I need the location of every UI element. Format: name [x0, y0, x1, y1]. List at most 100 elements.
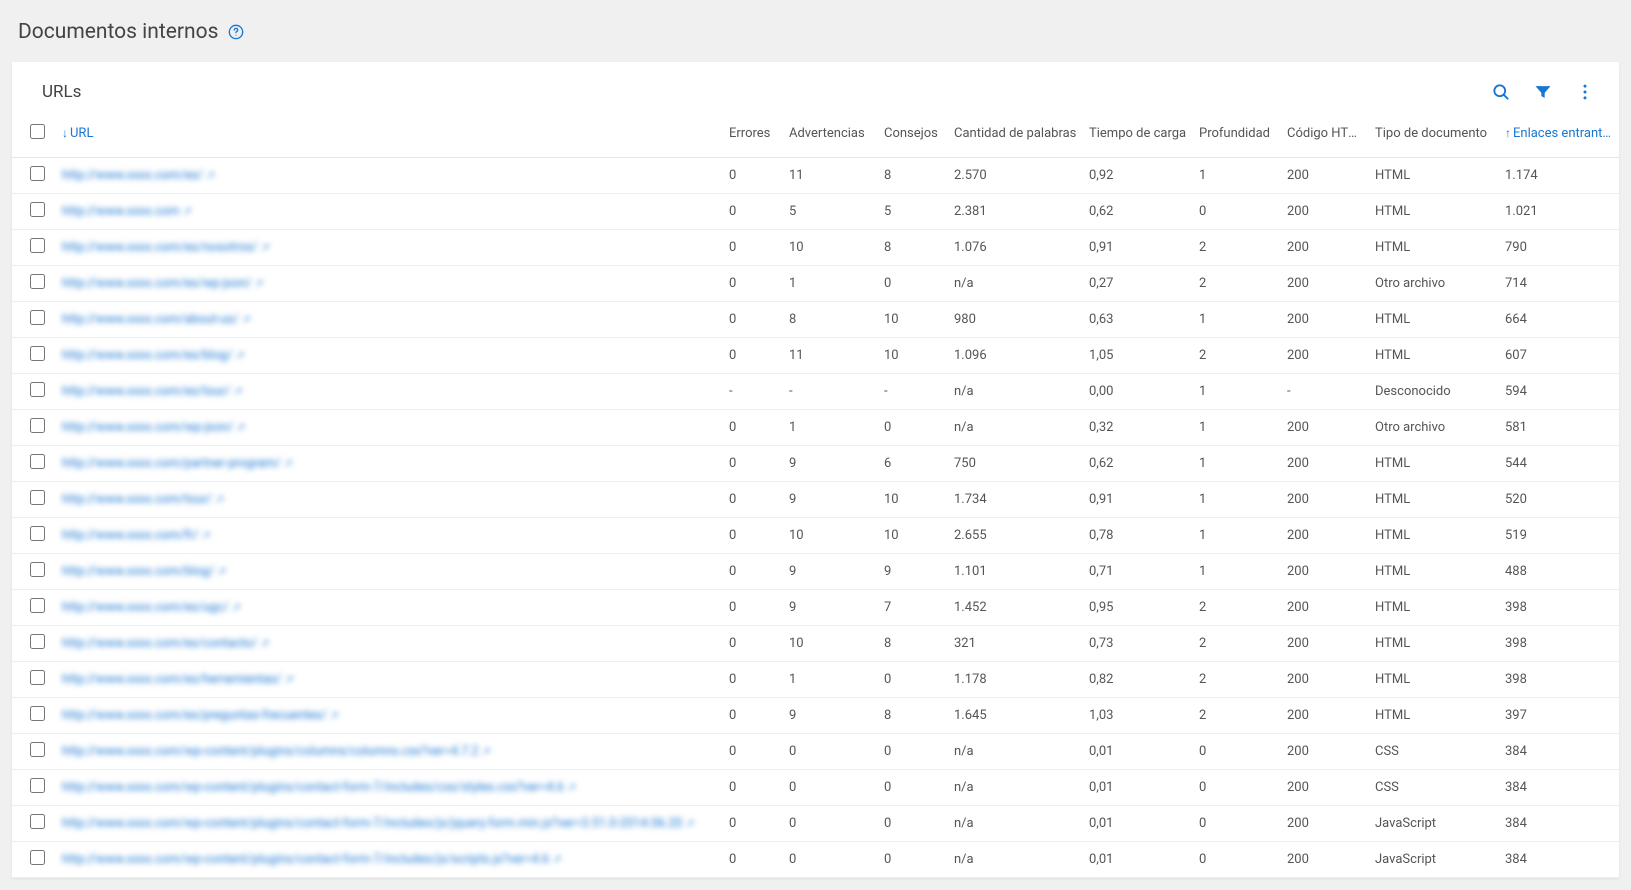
table-row: http://www.xxxx.com↗0552.3810,620200HTML… — [12, 194, 1619, 230]
column-header-doctype[interactable]: Tipo de documento — [1369, 110, 1499, 158]
column-header-url[interactable]: ↓URL — [58, 110, 723, 158]
column-header-httpcode[interactable]: Código HTTP — [1281, 110, 1369, 158]
cell-doctype: CSS — [1369, 770, 1499, 806]
column-header-inlinks[interactable]: ↑Enlaces entrantes — [1499, 110, 1619, 158]
cell-words: 750 — [948, 446, 1083, 482]
column-header-words[interactable]: Cantidad de palabras — [948, 110, 1083, 158]
url-link[interactable]: http://www.xxxx.com/tour/ — [62, 492, 212, 507]
cell-errors: 0 — [723, 806, 783, 842]
row-checkbox[interactable] — [30, 562, 45, 577]
external-link-icon[interactable]: ↗ — [215, 493, 224, 506]
table-row: http://www.xxxx.com/tour/↗09101.7340,911… — [12, 482, 1619, 518]
external-link-icon[interactable]: ↗ — [330, 709, 339, 722]
row-checkbox[interactable] — [30, 814, 45, 829]
cell-advice: 10 — [878, 338, 948, 374]
row-checkbox[interactable] — [30, 382, 45, 397]
url-link[interactable]: http://www.xxxx.com/es/ — [62, 168, 203, 183]
url-link[interactable]: http://www.xxxx.com/about-us/ — [62, 312, 239, 327]
url-link[interactable]: http://www.xxxx.com — [62, 204, 180, 219]
row-checkbox[interactable] — [30, 274, 45, 289]
row-checkbox[interactable] — [30, 166, 45, 181]
external-link-icon[interactable]: ↗ — [254, 277, 263, 290]
external-link-icon[interactable]: ↗ — [201, 529, 210, 542]
row-checkbox[interactable] — [30, 778, 45, 793]
row-checkbox[interactable] — [30, 202, 45, 217]
column-header-warnings[interactable]: Advertencias — [783, 110, 878, 158]
external-link-icon[interactable]: ↗ — [284, 673, 293, 686]
url-link[interactable]: http://www.xxxx.com/wp-content/plugins/c… — [62, 780, 564, 795]
external-link-icon[interactable]: ↗ — [236, 421, 245, 434]
external-link-icon[interactable]: ↗ — [552, 853, 561, 866]
cell-inlinks: 384 — [1499, 842, 1619, 878]
table-row: http://www.xxxx.com/wp-content/plugins/c… — [12, 770, 1619, 806]
row-checkbox[interactable] — [30, 454, 45, 469]
external-link-icon[interactable]: ↗ — [567, 781, 576, 794]
url-link[interactable]: http://www.xxxx.com/es/herramientas/ — [62, 672, 281, 687]
cell-errors: 0 — [723, 482, 783, 518]
row-checkbox[interactable] — [30, 850, 45, 865]
url-link[interactable]: http://www.xxxx.com/es/blog/ — [62, 348, 232, 363]
external-link-icon[interactable]: ↗ — [235, 349, 244, 362]
row-checkbox[interactable] — [30, 490, 45, 505]
cell-advice: 0 — [878, 410, 948, 446]
cell-loadtime: 0,62 — [1083, 194, 1193, 230]
url-link[interactable]: http://www.xxxx.com/fr/ — [62, 528, 198, 543]
external-link-icon[interactable]: ↗ — [242, 313, 251, 326]
row-checkbox[interactable] — [30, 670, 45, 685]
column-header-loadtime[interactable]: Tiempo de carga — [1083, 110, 1193, 158]
url-link[interactable]: http://www.xxxx.com/blog/ — [62, 564, 214, 579]
url-link[interactable]: http://www.xxxx.com/es/nosotros/ — [62, 240, 257, 255]
cell-errors: 0 — [723, 302, 783, 338]
cell-loadtime: 0,92 — [1083, 158, 1193, 194]
url-link[interactable]: http://www.xxxx.com/wp-json/ — [62, 420, 233, 435]
cell-inlinks: 607 — [1499, 338, 1619, 374]
external-link-icon[interactable]: ↗ — [260, 637, 269, 650]
row-checkbox[interactable] — [30, 346, 45, 361]
table-row: http://www.xxxx.com/blog/↗0991.1010,7112… — [12, 554, 1619, 590]
more-menu-icon[interactable] — [1575, 82, 1595, 102]
search-icon[interactable] — [1491, 82, 1511, 102]
row-checkbox[interactable] — [30, 634, 45, 649]
cell-words: 321 — [948, 626, 1083, 662]
external-link-icon[interactable]: ↗ — [685, 817, 694, 830]
row-checkbox[interactable] — [30, 742, 45, 757]
url-link[interactable]: http://www.xxxx.com/es/preguntas-frecuen… — [62, 708, 327, 723]
select-all-checkbox[interactable] — [30, 124, 45, 139]
external-link-icon[interactable]: ↗ — [260, 241, 269, 254]
column-header-depth[interactable]: Profundidad — [1193, 110, 1281, 158]
filter-icon[interactable] — [1533, 82, 1553, 102]
cell-warnings: 0 — [783, 806, 878, 842]
external-link-icon[interactable]: ↗ — [206, 169, 215, 182]
help-icon[interactable] — [228, 24, 244, 40]
url-link[interactable]: http://www.xxxx.com/partner-program/ — [62, 456, 281, 471]
row-checkbox[interactable] — [30, 706, 45, 721]
external-link-icon[interactable]: ↗ — [482, 745, 491, 758]
external-link-icon[interactable]: ↗ — [217, 565, 226, 578]
external-link-icon[interactable]: ↗ — [183, 205, 192, 218]
external-link-icon[interactable]: ↗ — [233, 385, 242, 398]
cell-errors: 0 — [723, 554, 783, 590]
cell-errors: 0 — [723, 590, 783, 626]
column-header-advice[interactable]: Consejos — [878, 110, 948, 158]
external-link-icon[interactable]: ↗ — [232, 601, 241, 614]
cell-advice: 6 — [878, 446, 948, 482]
cell-httpcode: 200 — [1281, 194, 1369, 230]
row-checkbox[interactable] — [30, 526, 45, 541]
column-header-errors[interactable]: Errores — [723, 110, 783, 158]
cell-advice: 0 — [878, 806, 948, 842]
table-row: http://www.xxxx.com/wp-content/plugins/c… — [12, 806, 1619, 842]
row-checkbox[interactable] — [30, 418, 45, 433]
cell-doctype: HTML — [1369, 230, 1499, 266]
url-link[interactable]: http://www.xxxx.com/es/wp-json/ — [62, 276, 251, 291]
row-checkbox[interactable] — [30, 238, 45, 253]
url-link[interactable]: http://www.xxxx.com/wp-content/plugins/c… — [62, 816, 682, 831]
table-row: http://www.xxxx.com/es/herramientas/↗010… — [12, 662, 1619, 698]
row-checkbox[interactable] — [30, 598, 45, 613]
row-checkbox[interactable] — [30, 310, 45, 325]
url-link[interactable]: http://www.xxxx.com/wp-content/plugins/c… — [62, 744, 479, 759]
url-link[interactable]: http://www.xxxx.com/es/contacto/ — [62, 636, 257, 651]
url-link[interactable]: http://www.xxxx.com/es/tour/ — [62, 384, 230, 399]
url-link[interactable]: http://www.xxxx.com/es/ugc/ — [62, 600, 229, 615]
url-link[interactable]: http://www.xxxx.com/wp-content/plugins/c… — [62, 852, 549, 867]
external-link-icon[interactable]: ↗ — [284, 457, 293, 470]
